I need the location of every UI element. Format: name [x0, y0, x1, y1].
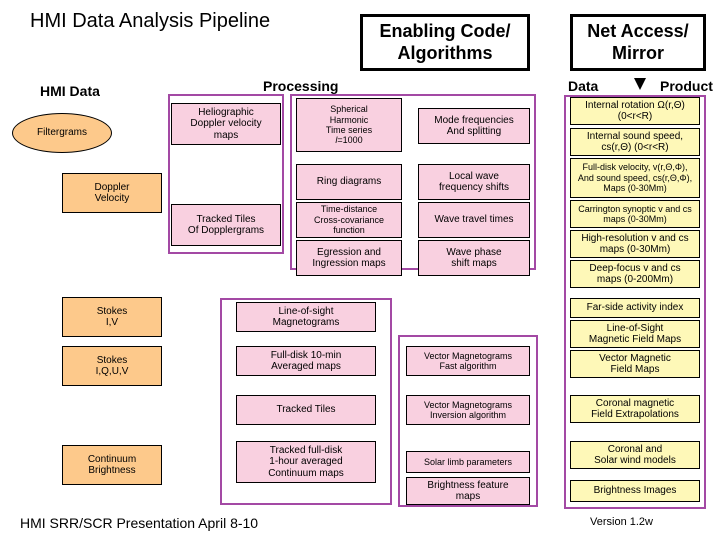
proc-heliographic: HeliographicDoppler velocitymaps — [171, 103, 281, 145]
step-limb: Solar limb parameters — [406, 451, 530, 473]
col-hmi-data: HMI Data — [40, 83, 100, 99]
proc-los: Line-of-sightMagnetograms — [236, 302, 376, 332]
footer-text: HMI SRR/SCR Presentation April 8-10 — [20, 515, 258, 531]
input-continuum: ContinuumBrightness — [62, 445, 162, 485]
col-product: Product — [660, 78, 713, 94]
step-vecmag-inv: Vector MagnetogramsInversion algorithm — [406, 395, 530, 425]
header-enabling: Enabling Code/Algorithms — [360, 14, 530, 71]
proc-tracked-tiles: Tracked TilesOf Dopplergrams — [171, 204, 281, 246]
proc-tiles: Tracked Tiles — [236, 395, 376, 425]
proc-trackedfull: Tracked full-disk1-hour averagedContinuu… — [236, 441, 376, 483]
out-deep: Deep-focus v and csmaps (0-200Mm) — [570, 260, 700, 288]
version-text: Version 1.2w — [590, 516, 653, 528]
step-timedist: Time-distanceCross-covariancefunction — [296, 202, 402, 238]
step-spherical: SphericalHarmonicTime seriesl=1000 — [296, 98, 402, 152]
step-ring: Ring diagrams — [296, 164, 402, 200]
out-carrington: Carrington synoptic v and csmaps (0-30Mm… — [570, 200, 700, 228]
out-soundspeed: Internal sound speed,cs(r,Θ) (0<r<R) — [570, 128, 700, 156]
out-farside: Far-side activity index — [570, 298, 700, 318]
out-vecmag: Vector MagneticField Maps — [570, 350, 700, 378]
out-hires: High-resolution v and csmaps (0-30Mm) — [570, 230, 700, 258]
step-mode: Mode frequenciesAnd splitting — [418, 108, 530, 144]
arrow-icon — [634, 78, 646, 90]
proc-fulldisk: Full-disk 10-minAveraged maps — [236, 346, 376, 376]
page-title: HMI Data Analysis Pipeline — [30, 10, 270, 33]
input-stokes-iquv: StokesI,Q,U,V — [62, 346, 162, 386]
input-doppler: DopplerVelocity — [62, 173, 162, 213]
col-processing: Processing — [263, 78, 338, 94]
out-brightimg: Brightness Images — [570, 480, 700, 502]
step-bright: Brightness featuremaps — [406, 477, 530, 505]
out-los-mag: Line-of-SightMagnetic Field Maps — [570, 320, 700, 348]
step-local: Local wavefrequency shifts — [418, 164, 530, 200]
header-netaccess: Net Access/Mirror — [570, 14, 706, 71]
out-fulldisk: Full-disk velocity, v(r,Θ,Φ),And sound s… — [570, 158, 700, 198]
out-solarwind: Coronal andSolar wind models — [570, 441, 700, 469]
step-egression: Egression andIngression maps — [296, 240, 402, 276]
input-stokes-iv: StokesI,V — [62, 297, 162, 337]
step-travel: Wave travel times — [418, 202, 530, 238]
input-filtergrams: Filtergrams — [12, 113, 112, 153]
step-phase: Wave phaseshift maps — [418, 240, 530, 276]
out-coronal: Coronal magneticField Extrapolations — [570, 395, 700, 423]
step-vecmag-fast: Vector MagnetogramsFast algorithm — [406, 346, 530, 376]
out-rotation: Internal rotation Ω(r,Θ)(0<r<R) — [570, 97, 700, 125]
col-data: Data — [568, 78, 598, 94]
